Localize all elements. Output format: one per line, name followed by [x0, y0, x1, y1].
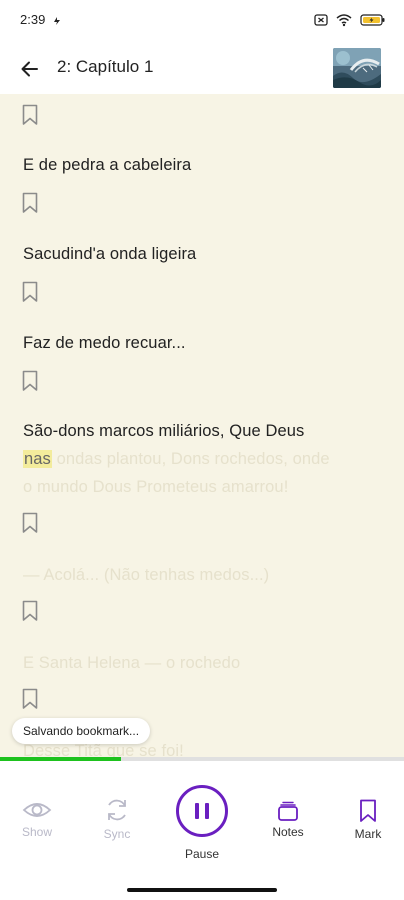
status-time: 2:39 — [20, 12, 46, 27]
active-text-line[interactable]: São-dons marcos miliários, Que Deus — [23, 417, 304, 445]
pause-label: Pause — [184, 847, 220, 861]
cover-image — [333, 48, 381, 88]
eye-icon — [22, 803, 52, 817]
mark-label: Mark — [354, 827, 382, 841]
bookmark-outline-icon[interactable] — [22, 512, 38, 534]
highlighted-word: nas — [23, 450, 52, 468]
bookmark-icon — [360, 799, 376, 822]
active-line-part-1: São-dons marcos miliários, Que Deus — [23, 422, 305, 440]
battery-icon — [360, 14, 385, 26]
bookmark-outline-icon[interactable] — [22, 281, 38, 303]
back-button[interactable] — [14, 53, 46, 85]
sync-icon — [108, 799, 126, 821]
bookmark-outline-icon[interactable] — [22, 688, 38, 710]
sync-button[interactable]: Sync — [94, 797, 140, 841]
mark-button[interactable]: Mark — [345, 799, 391, 841]
chapter-title: 2: Capítulo 1 — [57, 57, 154, 76]
bookmark-outline-icon[interactable] — [22, 370, 38, 392]
active-text-line-continued[interactable]: nas ondas plantou, Dons rochedos, onde — [23, 445, 330, 473]
upcoming-text-line[interactable]: E Santa Helena — o rochedo — [23, 649, 240, 677]
notification-icon — [54, 17, 60, 25]
text-line[interactable]: E de pedra a cabeleira — [23, 151, 191, 179]
upcoming-text-line[interactable]: — Acolá... (Não tenhas medos...) — [23, 561, 269, 589]
notes-button[interactable]: Notes — [265, 801, 311, 839]
upcoming-text: ondas plantou, Dons rochedos, onde — [51, 450, 330, 468]
home-indicator[interactable] — [127, 888, 277, 892]
text-line[interactable]: Faz de medo recuar... — [23, 329, 186, 357]
status-bar: 2:39 — [0, 0, 404, 44]
app-header: 2: Capítulo 1 — [0, 44, 404, 94]
bookmark-outline-icon[interactable] — [22, 192, 38, 214]
upcoming-text-line[interactable]: o mundo Dous Prometeus amarrou! — [23, 473, 288, 501]
bookmark-outline-icon[interactable] — [22, 104, 38, 126]
notes-icon — [278, 801, 298, 821]
bookmark-outline-icon[interactable] — [22, 600, 38, 622]
saving-bookmark-toast: Salvando bookmark... — [12, 718, 151, 744]
text-line[interactable]: Sacudind'a onda ligeira — [23, 240, 196, 268]
show-label: Show — [21, 825, 53, 839]
notes-label: Notes — [272, 825, 304, 839]
close-box-icon — [314, 14, 328, 26]
bottom-toolbar: Show Sync Pause Notes Mark — [0, 761, 404, 871]
book-cover-thumbnail[interactable] — [333, 48, 381, 88]
wifi-icon — [336, 14, 352, 27]
arrow-left-icon — [21, 61, 38, 77]
pause-button[interactable]: Pause — [176, 785, 228, 861]
sync-label: Sync — [103, 827, 131, 841]
show-button[interactable]: Show — [14, 799, 60, 839]
pause-icon — [176, 785, 228, 837]
reading-area[interactable]: E de pedra a cabeleira Sacudind'a onda l… — [0, 94, 404, 761]
